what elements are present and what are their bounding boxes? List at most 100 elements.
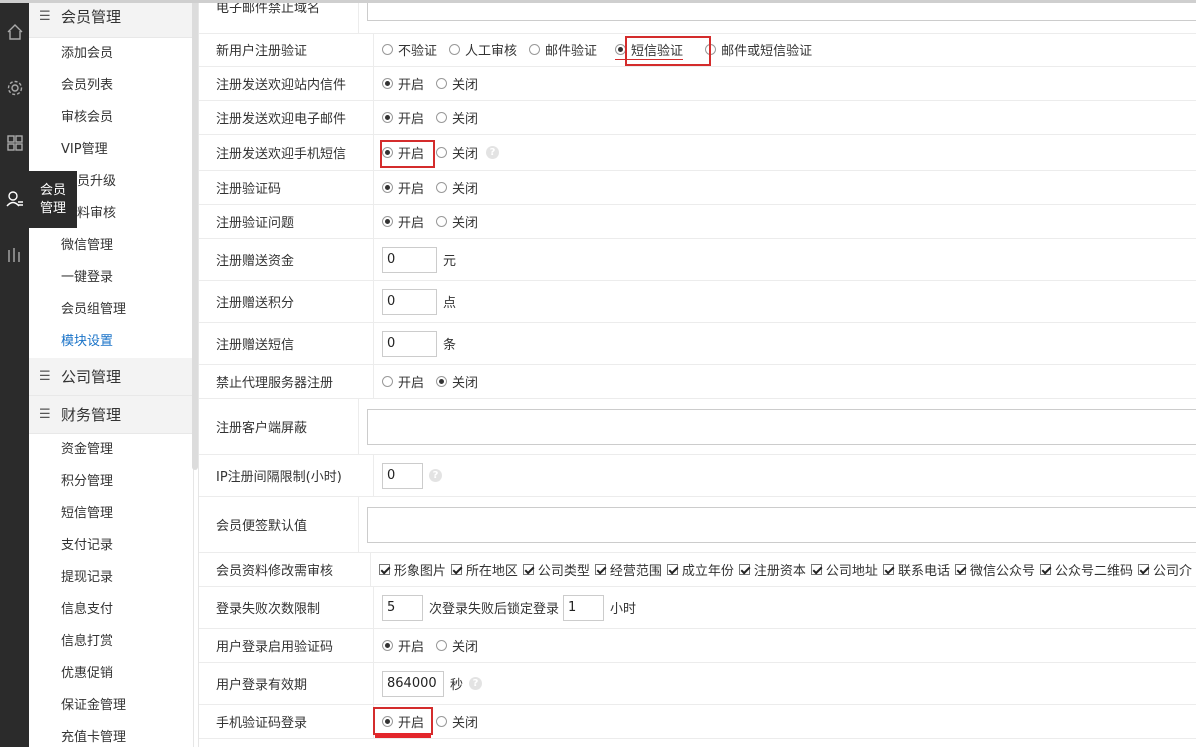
check-founded-year[interactable]: 成立年份 (666, 560, 734, 579)
checkbox[interactable] (810, 564, 822, 575)
email-banned-domains-input[interactable] (367, 0, 1196, 21)
radio[interactable] (436, 78, 448, 89)
option-off[interactable]: 关闭 (436, 712, 478, 731)
check-address[interactable]: 公司地址 (810, 560, 878, 579)
radio[interactable] (436, 716, 448, 727)
option-email-or-sms[interactable]: 邮件或短信验证 (705, 40, 812, 59)
sidebar-item-promotions[interactable]: 优惠促销 (29, 658, 193, 690)
checkbox[interactable] (594, 564, 606, 575)
radio[interactable] (382, 112, 393, 123)
radio[interactable] (382, 44, 393, 55)
sidebar-item-withdrawals[interactable]: 提现记录 (29, 562, 193, 594)
sidebar-item-module-settings[interactable]: 模块设置 (29, 326, 193, 358)
option-off[interactable]: 关闭 (436, 636, 478, 655)
check-region[interactable]: 所在地区 (450, 560, 518, 579)
row-label: 新用户注册验证 (199, 33, 374, 66)
check-business-scope[interactable]: 经营范围 (594, 560, 662, 579)
sidebar-item-payments[interactable]: 支付记录 (29, 530, 193, 562)
radio[interactable] (436, 182, 448, 193)
option-label: 不验证 (398, 44, 438, 59)
radio[interactable] (449, 44, 461, 55)
sidebar-section-member[interactable]: ☰ 会员管理 (29, 0, 193, 38)
option-on[interactable]: 开启 (382, 178, 424, 197)
sidebar-item-sms[interactable]: 短信管理 (29, 498, 193, 530)
option-on[interactable]: 开启 (382, 372, 424, 391)
login-expiry-input[interactable]: 864000 (382, 670, 444, 697)
sidebar-item-member-list[interactable]: 会员列表 (29, 70, 193, 102)
check-company-intro[interactable]: 公司介 (1137, 560, 1192, 579)
check-label: 公司地址 (825, 564, 878, 579)
sidebar-item-one-click-login[interactable]: 一键登录 (29, 262, 193, 294)
sidebar-item-funds[interactable]: 资金管理 (29, 434, 193, 466)
option-off[interactable]: 关闭 (436, 372, 478, 391)
sidebar-item-info-tip[interactable]: 信息打赏 (29, 626, 193, 658)
checkbox[interactable] (882, 564, 894, 575)
checkbox[interactable] (1137, 564, 1149, 575)
option-no-verify[interactable]: 不验证 (382, 40, 437, 59)
sidebar-item-recharge-card[interactable]: 充值卡管理 (29, 722, 193, 747)
check-phone[interactable]: 联系电话 (882, 560, 950, 579)
option-off[interactable]: 关闭 (436, 143, 478, 162)
help-icon[interactable]: ? (486, 146, 500, 159)
radio[interactable] (436, 216, 448, 227)
checkbox[interactable] (954, 564, 966, 575)
sidebar-item-points[interactable]: 积分管理 (29, 466, 193, 498)
tooltip-line-1: 会员 (40, 182, 67, 198)
radio[interactable] (382, 640, 393, 651)
option-off[interactable]: 关闭 (436, 74, 478, 93)
option-manual-review[interactable]: 人工审核 (449, 40, 517, 59)
check-wechat-account[interactable]: 微信公众号 (954, 560, 1035, 579)
check-qrcode[interactable]: 公众号二维码 (1039, 560, 1133, 579)
option-on[interactable]: 开启 (382, 636, 424, 655)
radio[interactable] (436, 112, 448, 123)
sidebar-item-info-pay[interactable]: 信息支付 (29, 594, 193, 626)
home-icon[interactable] (0, 17, 29, 47)
sidebar-item-deposit[interactable]: 保证金管理 (29, 690, 193, 722)
sidebar-item-add-member[interactable]: 添加会员 (29, 38, 193, 70)
checkbox[interactable] (1039, 564, 1051, 575)
option-on[interactable]: 开启 (382, 212, 424, 231)
gift-points-input[interactable]: 0 (382, 288, 437, 315)
checkbox[interactable] (450, 564, 462, 575)
check-avatar[interactable]: 形象图片 (378, 560, 446, 579)
option-off[interactable]: 关闭 (436, 178, 478, 197)
check-capital[interactable]: 注册资本 (738, 560, 806, 579)
chart-bars-icon[interactable] (0, 240, 29, 270)
checkbox[interactable] (738, 564, 750, 575)
sidebar-item-member-group[interactable]: 会员组管理 (29, 294, 193, 326)
sidebar-item-review-member[interactable]: 审核会员 (29, 102, 193, 134)
help-icon[interactable]: ? (429, 469, 442, 482)
radio[interactable] (529, 44, 541, 55)
gear-icon[interactable] (0, 73, 29, 103)
ip-interval-input[interactable]: 0 (382, 462, 423, 489)
member-icon[interactable] (0, 184, 29, 214)
check-company-type[interactable]: 公司类型 (522, 560, 590, 579)
radio[interactable] (436, 376, 448, 387)
sidebar-item-wechat[interactable]: 微信管理 (29, 230, 193, 262)
option-email-verify[interactable]: 邮件验证 (529, 40, 597, 59)
option-on[interactable]: 开启 (382, 74, 424, 93)
checkbox[interactable] (522, 564, 534, 575)
radio[interactable] (436, 147, 448, 158)
grid-icon[interactable] (0, 128, 29, 158)
gift-funds-input[interactable]: 0 (382, 246, 437, 273)
option-off[interactable]: 关闭 (436, 108, 478, 127)
radio[interactable] (436, 640, 448, 651)
note-default-input[interactable] (367, 506, 1196, 543)
sidebar-section-company[interactable]: ☰ 公司管理 (29, 358, 193, 396)
help-icon[interactable]: ? (469, 677, 483, 690)
lock-hours-input[interactable]: 1 (563, 594, 605, 621)
client-block-input[interactable] (367, 408, 1196, 445)
checkbox[interactable] (666, 564, 678, 575)
option-on[interactable]: 开启 (382, 108, 424, 127)
radio[interactable] (382, 216, 393, 227)
radio[interactable] (382, 376, 393, 387)
gift-sms-input[interactable]: 0 (382, 330, 437, 357)
login-fail-count-input[interactable]: 5 (382, 594, 423, 621)
radio[interactable] (382, 78, 393, 89)
radio[interactable] (382, 182, 393, 193)
sidebar-item-vip[interactable]: VIP管理 (29, 134, 193, 166)
option-off[interactable]: 关闭 (436, 212, 478, 231)
sidebar-section-finance[interactable]: ☰ 财务管理 (29, 396, 193, 434)
checkbox[interactable] (378, 564, 390, 575)
